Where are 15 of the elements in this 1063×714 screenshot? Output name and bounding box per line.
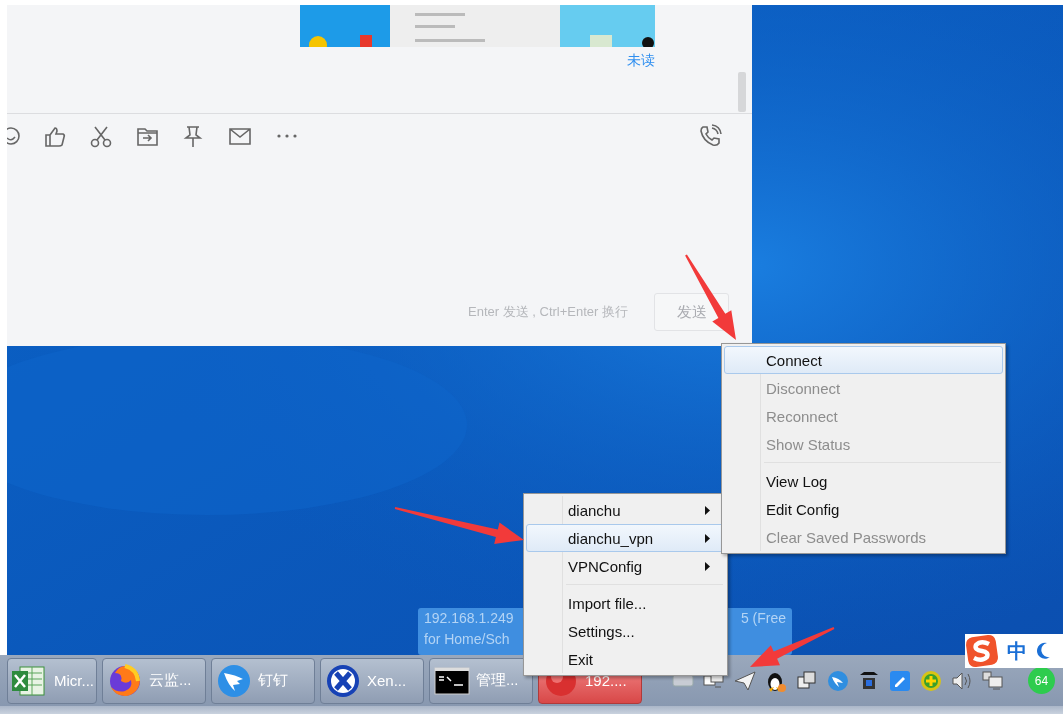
- taskbar-button[interactable]: 钉钉: [211, 657, 315, 704]
- pencil-square-icon[interactable]: [889, 669, 911, 692]
- taskbar-button[interactable]: Micr...: [7, 657, 97, 704]
- bird-icon[interactable]: [216, 662, 252, 699]
- network-icon[interactable]: [982, 669, 1004, 692]
- feather-icon[interactable]: [827, 669, 849, 692]
- taskbar-button[interactable]: 云监...: [102, 657, 206, 704]
- windows-icon[interactable]: [796, 669, 818, 692]
- taskbar-button[interactable]: 管理...: [429, 657, 533, 704]
- paper-plane-icon[interactable]: [734, 669, 756, 692]
- taskbar-button[interactable]: Xen...: [320, 657, 424, 704]
- counter-badge[interactable]: 64: [1028, 667, 1055, 694]
- browser-icon[interactable]: [107, 662, 143, 699]
- hat-figure-icon[interactable]: [858, 669, 880, 692]
- x-logo-icon[interactable]: [325, 662, 361, 699]
